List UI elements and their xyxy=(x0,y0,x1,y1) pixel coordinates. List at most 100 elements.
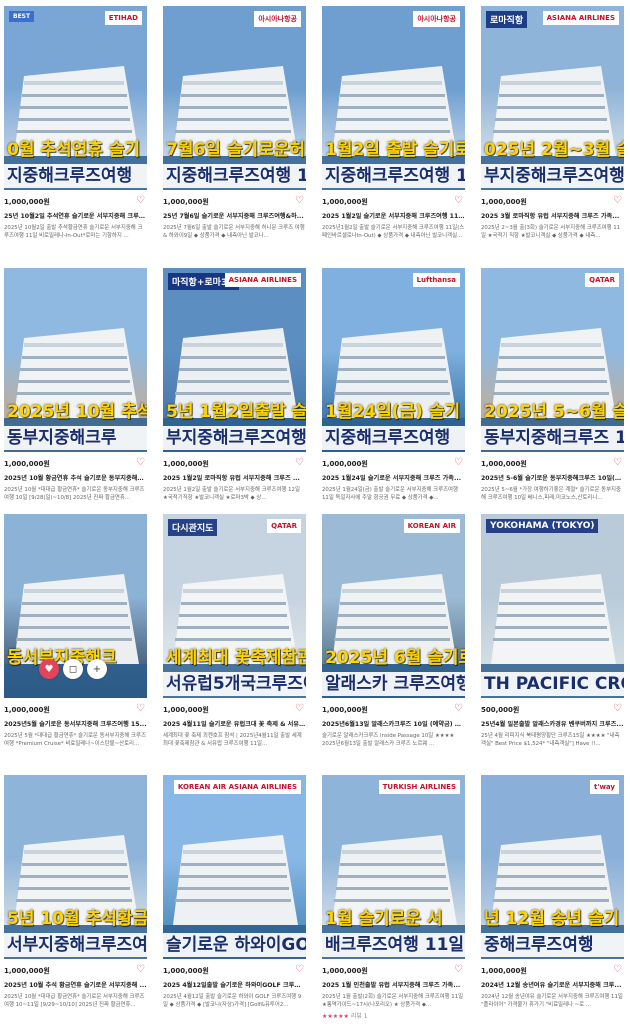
product-card[interactable]: QATAR 2025년 5~6월 슬기로 동부지중해크루즈 1 1,000,00… xyxy=(481,268,624,502)
ship-image xyxy=(163,328,306,452)
product-title[interactable]: 2025 4월12일출발 슬기로운 하와이GOLF 크루즈... xyxy=(163,980,306,989)
ship-image xyxy=(481,574,624,698)
overlay-subheadline: TH PACIFIC CROSSING FROM JAPAN T xyxy=(481,672,624,696)
product-card[interactable]: 로마직항 ASIANA AIRLINES 025년 2월~3월 슬기로 부지중해… xyxy=(481,6,624,240)
ship-image xyxy=(481,66,624,190)
ship-image xyxy=(4,835,147,959)
rating: ★★★★★ 리뷰 1 xyxy=(322,1011,465,1020)
product-title[interactable]: 2024년 12월 송년여유 슬기로운 서부지중해 크루... xyxy=(481,980,624,989)
product-title[interactable]: 2025 1월24일 슬기로운 서부지중해 크루즈 가족... xyxy=(322,473,465,482)
ship-image xyxy=(322,66,465,190)
product-title[interactable]: 2025년 10월 황금연휴 추석 슬기로운 동부지중해크... xyxy=(4,473,147,482)
bag-icon[interactable]: ◻ xyxy=(63,659,83,679)
wishlist-heart-icon[interactable]: ♡ xyxy=(613,703,622,714)
product-thumbnail[interactable]: KOREAN AIR ASIANA AIRLINES 슬기로운 하와이GOLF … xyxy=(163,775,306,959)
product-card[interactable]: 다시관지도 QATAR 세계최대 꽃축제참관 서유럽5개국크루즈여행 1,000… xyxy=(163,514,306,748)
product-card[interactable]: 5년 10월 추석황금연 서부지중해크루즈여행 1,000,000원 ♡ 202… xyxy=(4,775,147,1009)
product-card[interactable]: BEST ETIHAD 0월 추석연휴 슬기 지중해크루즈여행 1,000,00… xyxy=(4,6,147,240)
product-thumbnail[interactable]: 아시아나항공 7월6일 슬기로운허 지중해크루즈여행 1 xyxy=(163,6,306,190)
product-title[interactable]: 2025년6월13일 알래스카크루즈 10일 (예약금) 팬... xyxy=(322,719,465,728)
airline-logo: QATAR xyxy=(585,273,619,287)
overlay-headline: 1월2일 출발 슬기로 xyxy=(325,140,465,160)
product-description: 2024년 12월 송년여유 슬기로운 서부지중해 크루즈여행 11일 "플라이… xyxy=(481,994,623,1008)
ship-image xyxy=(4,66,147,190)
product-card[interactable]: YOKOHAMA (TOKYO) TH PACIFIC CROSSING FRO… xyxy=(481,514,624,748)
overlay-subheadline: 중해크루즈여행 xyxy=(481,933,624,957)
product-card[interactable]: TURKISH AIRLINES 1월 슬기로운 서 배크루즈여행 11일 1,… xyxy=(322,775,465,1020)
wishlist-heart-icon[interactable]: ♡ xyxy=(295,703,304,714)
product-description: 2025년 1월24일(금) 출발 슬기로운 서부지중해 크루즈여행 11일 독… xyxy=(322,487,458,501)
wishlist-heart-icon[interactable]: ♡ xyxy=(454,703,463,714)
wishlist-heart-icon[interactable]: ♡ xyxy=(613,195,622,206)
product-thumbnail[interactable]: BEST ETIHAD 0월 추석연휴 슬기 지중해크루즈여행 xyxy=(4,6,147,190)
product-thumbnail[interactable]: 다시관지도 QATAR 세계최대 꽃축제참관 서유럽5개국크루즈여행 xyxy=(163,514,306,698)
product-title[interactable]: 2025 1월 인천출발 유럽 서부지중해 크루즈 가족... xyxy=(322,980,465,989)
overlay-headline: 5년 1월2일출발 슬기로운 xyxy=(166,402,306,422)
product-price: 1,000,000원 xyxy=(4,460,50,468)
wishlist-heart-icon[interactable]: ♡ xyxy=(454,964,463,975)
product-title[interactable]: 2025 4월11일 슬기로운 유럽크대 꽃 축제 & 서유럽... xyxy=(163,719,306,728)
heart-icon[interactable]: ♥ xyxy=(39,659,59,679)
ship-image xyxy=(322,328,465,452)
overlay-headline: 025년 2월~3월 슬기로 xyxy=(484,140,624,160)
product-price: 1,000,000원 xyxy=(322,706,368,714)
wishlist-heart-icon[interactable]: ♡ xyxy=(136,964,145,975)
overlay-subheadline: 배크루즈여행 11일 xyxy=(322,933,465,957)
product-card[interactable]: 아시아나항공 7월6일 슬기로운허 지중해크루즈여행 1 1,000,000원 … xyxy=(163,6,306,240)
product-thumbnail[interactable]: QATAR 2025년 5~6월 슬기로 동부지중해크루즈 1 xyxy=(481,268,624,452)
wishlist-heart-icon[interactable]: ♡ xyxy=(136,457,145,468)
product-thumbnail[interactable]: 아시아나항공 1월2일 출발 슬기로 지중해크루즈여행 1 xyxy=(322,6,465,190)
overlay-subheadline: 부지중해크루즈여행 12 xyxy=(163,426,306,450)
product-title[interactable]: 2025 1월2일 로마직항 유럽 서부지중해 크루즈 ... xyxy=(163,473,306,482)
product-thumbnail[interactable]: 동서부지중해크 ♥ ◻ + xyxy=(4,514,147,698)
product-thumbnail[interactable]: 5년 10월 추석황금연 서부지중해크루즈여행 xyxy=(4,775,147,959)
wishlist-heart-icon[interactable]: ♡ xyxy=(613,457,622,468)
ship-image xyxy=(481,328,624,452)
product-card[interactable]: Lufthansa 1월24일(금) 슬기 지중해크루즈여행 1,000,000… xyxy=(322,268,465,502)
ship-image xyxy=(322,835,465,959)
wishlist-heart-icon[interactable]: ♡ xyxy=(136,195,145,206)
product-thumbnail[interactable]: TURKISH AIRLINES 1월 슬기로운 서 배크루즈여행 11일 xyxy=(322,775,465,959)
product-title[interactable]: 25년 10월2일 추석연휴 슬기로운 서부지중해 크루즈 가족... xyxy=(4,211,147,220)
product-card[interactable]: 아시아나항공 1월2일 출발 슬기로 지중해크루즈여행 1 1,000,000원… xyxy=(322,6,465,240)
wishlist-heart-icon[interactable]: ♡ xyxy=(136,703,145,714)
review-count: 리뷰 1 xyxy=(350,1013,368,1020)
product-card[interactable]: t'way 년 12월 송년 슬기 중해크루즈여행 1,000,000원 ♡ 2… xyxy=(481,775,624,1009)
product-title[interactable]: 2025년5월 슬기로운 동서부지중해 크루즈여행 15... xyxy=(4,719,147,728)
wishlist-heart-icon[interactable]: ♡ xyxy=(295,457,304,468)
product-description: 세계최대 꽃 축제 쾨켄호프 참석 | 2025년4월11일 출발 세계최대 꽃… xyxy=(163,733,302,747)
product-card[interactable]: KOREAN AIR ASIANA AIRLINES 슬기로운 하와이GOLF … xyxy=(163,775,306,1009)
wishlist-heart-icon[interactable]: ♡ xyxy=(613,964,622,975)
product-title[interactable]: 2025 1월2일 슬기로운 서부지중해 크루즈여행 11... xyxy=(322,211,465,220)
overlay-headline: 2025년 5~6월 슬기로 xyxy=(484,402,624,422)
overlay-subheadline: 지중해크루즈여행 1 xyxy=(163,164,306,188)
product-title[interactable]: 2025 3월 로마직항 유럽 서부지중해 크루즈 가족... xyxy=(481,211,624,220)
product-thumbnail[interactable]: 로마직항 ASIANA AIRLINES 025년 2월~3월 슬기로 부지중해… xyxy=(481,6,624,190)
product-thumbnail[interactable]: Lufthansa 1월24일(금) 슬기 지중해크루즈여행 xyxy=(322,268,465,452)
wishlist-heart-icon[interactable]: ♡ xyxy=(454,195,463,206)
product-title[interactable]: 25년4월 일본출발 알래스카경유 벤쿠버까지 크루즈... xyxy=(481,719,624,728)
product-card[interactable]: 2025년 10월 추석 동부지중해크루 1,000,000원 ♡ 2025년 … xyxy=(4,268,147,502)
product-thumbnail[interactable]: KOREAN AIR 2025년 6월 슬기로 알래스카 크루즈여행 1 xyxy=(322,514,465,698)
product-thumbnail[interactable]: t'way 년 12월 송년 슬기 중해크루즈여행 xyxy=(481,775,624,959)
plus-icon[interactable]: + xyxy=(87,659,107,679)
product-thumbnail[interactable]: YOKOHAMA (TOKYO) TH PACIFIC CROSSING FRO… xyxy=(481,514,624,698)
product-card[interactable]: KOREAN AIR 2025년 6월 슬기로 알래스카 크루즈여행 1 1,0… xyxy=(322,514,465,748)
product-title[interactable]: 2025년 5-6월 슬기로운 동부지중해크루즈 10일(베... xyxy=(481,473,624,482)
product-card[interactable]: 마직항+로마3박 ASIANA AIRLINES 5년 1월2일출발 슬기로운 … xyxy=(163,268,306,502)
wishlist-heart-icon[interactable]: ♡ xyxy=(295,195,304,206)
product-description: 2025년 4월12일 출발 슬기로운 하와이 GOLF 크루즈여행 9일 ◆ … xyxy=(163,994,302,1008)
product-title[interactable]: 25년 7월6일 슬기로운 서부지중해 크루즈여행&하... xyxy=(163,211,306,220)
product-card[interactable]: 동서부지중해크 ♥ ◻ + 1,000,000원 ♡ 2025년5월 슬기로운 … xyxy=(4,514,147,748)
product-thumbnail[interactable]: 2025년 10월 추석 동부지중해크루 xyxy=(4,268,147,452)
ship-image xyxy=(322,574,465,698)
product-title[interactable]: 2025년 10월 추석 황금연휴 슬기로운 서부지중해 ... xyxy=(4,980,147,989)
product-description: 25년 4월 리피지식 북태평양횡단 크루즈15일 ★★★★ "내측객실" Be… xyxy=(481,733,620,747)
wishlist-heart-icon[interactable]: ♡ xyxy=(295,964,304,975)
overlay-subheadline: 서부지중해크루즈여행 xyxy=(4,933,147,957)
product-price: 1,000,000원 xyxy=(163,967,209,975)
wishlist-heart-icon[interactable]: ♡ xyxy=(454,457,463,468)
overlay-headline: 1월 슬기로운 서 xyxy=(325,909,443,929)
airline-logo: ASIANA AIRLINES xyxy=(542,11,619,25)
product-thumbnail[interactable]: 마직항+로마3박 ASIANA AIRLINES 5년 1월2일출발 슬기로운 … xyxy=(163,268,306,452)
